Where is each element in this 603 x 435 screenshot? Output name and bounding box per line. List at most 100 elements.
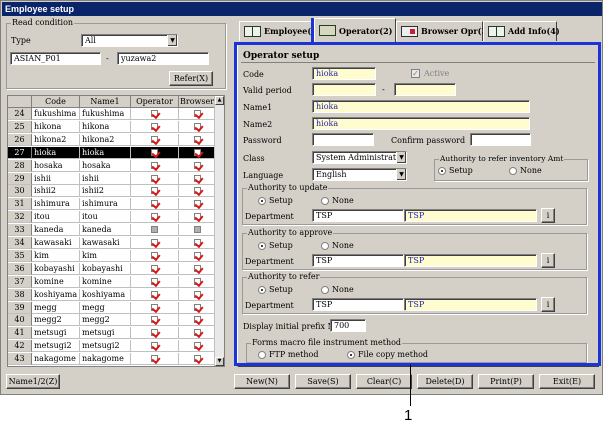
column-header-code[interactable]: Code	[32, 96, 80, 108]
browser-cell[interactable]	[179, 172, 216, 185]
browser-cell[interactable]	[179, 275, 216, 288]
code-field[interactable]: hioka	[312, 67, 376, 80]
operator-cell[interactable]	[131, 340, 179, 353]
inventory-setup-radio[interactable]	[438, 167, 446, 175]
table-row[interactable]: 43 nakagome nakagome	[8, 353, 224, 366]
range-from-field[interactable]: ASIAN_P01	[10, 52, 101, 65]
browser-cell[interactable]	[179, 133, 216, 146]
delete-button[interactable]: Delete(D)	[417, 374, 473, 389]
exit-button[interactable]: Exit(E)	[539, 374, 595, 389]
operator-cell[interactable]	[131, 120, 179, 133]
browser-cell[interactable]	[179, 327, 216, 340]
table-row[interactable]: 34 kawasaki kawasaki	[8, 237, 224, 249]
approve-none-radio[interactable]	[321, 242, 329, 250]
operator-cell[interactable]	[131, 172, 179, 185]
browser-cell[interactable]	[179, 262, 216, 275]
browser-cell[interactable]	[179, 288, 216, 301]
scroll-up-icon[interactable]: ▲	[215, 96, 224, 105]
table-row[interactable]: 33 kaneda kaneda	[8, 224, 224, 237]
browser-cell[interactable]	[179, 211, 216, 224]
table-row[interactable]: 30 ishii2 ishii2	[8, 185, 224, 198]
table-row[interactable]: 40 megg2 megg2	[8, 314, 224, 327]
inventory-none-radio[interactable]	[509, 167, 517, 175]
browser-cell[interactable]	[179, 159, 216, 172]
table-row[interactable]: 41 metsugi metsugi	[8, 327, 224, 340]
table-row[interactable]: 32 itou itou	[8, 211, 224, 224]
active-checkbox[interactable]: ✓	[411, 69, 420, 78]
table-row[interactable]: 27 hioka hioka	[8, 146, 224, 159]
password-field[interactable]	[312, 133, 374, 146]
name-toggle-button[interactable]: Name1/2(Z)	[6, 374, 60, 389]
browser-cell[interactable]	[179, 120, 216, 133]
prefix-field[interactable]: 700	[330, 319, 366, 332]
browser-cell[interactable]	[179, 185, 216, 198]
browser-cell[interactable]	[179, 314, 216, 327]
chevron-down-icon[interactable]: ▼	[396, 152, 406, 163]
type-select[interactable]: All ▼	[81, 34, 178, 47]
refer-none-radio[interactable]	[321, 286, 329, 294]
operator-cell[interactable]	[131, 301, 179, 314]
refer-dept-lookup-button[interactable]: i	[541, 297, 555, 312]
operator-cell[interactable]	[131, 288, 179, 301]
table-row[interactable]: 24 fukushima fukushima	[8, 108, 224, 120]
browser-cell[interactable]	[179, 237, 216, 249]
table-row[interactable]: 31 ishimura ishimura	[8, 198, 224, 211]
tab-add-info[interactable]: Add Info(4)	[483, 21, 560, 41]
tab-browser-opr[interactable]: Browser Opr(3)	[396, 21, 491, 41]
new-button[interactable]: New(N)	[234, 374, 290, 389]
tab-employee[interactable]: Employee(1)	[239, 21, 321, 41]
table-row[interactable]: 37 komine komine	[8, 275, 224, 288]
browser-cell[interactable]	[179, 108, 216, 120]
operator-cell[interactable]	[131, 146, 179, 159]
operator-cell[interactable]	[131, 327, 179, 340]
class-select[interactable]: System Administrator(A) ▼	[312, 151, 407, 164]
save-button[interactable]: Save(S)	[295, 374, 351, 389]
file-copy-method-radio[interactable]	[347, 351, 355, 359]
operator-cell[interactable]	[131, 224, 179, 237]
update-dept-lookup-button[interactable]: i	[541, 208, 555, 223]
operator-cell[interactable]	[131, 211, 179, 224]
approve-dept-lookup-button[interactable]: i	[541, 253, 555, 268]
update-none-radio[interactable]	[321, 197, 329, 205]
table-row[interactable]: 36 kobayashi kobayashi	[8, 262, 224, 275]
browser-cell[interactable]	[179, 353, 216, 366]
operator-cell[interactable]	[131, 249, 179, 262]
approve-dept-code-field[interactable]: TSP	[312, 254, 404, 267]
chevron-down-icon[interactable]: ▼	[396, 169, 406, 180]
table-row[interactable]: 35 kim kim	[8, 249, 224, 262]
clear-button[interactable]: Clear(C)	[356, 374, 412, 389]
update-dept-code-field[interactable]: TSP	[312, 209, 404, 222]
ftp-method-radio[interactable]	[258, 351, 266, 359]
grid-scrollbar[interactable]: ▲ ▼	[214, 96, 224, 366]
language-select[interactable]: English ▼	[312, 168, 407, 181]
operator-cell[interactable]	[131, 353, 179, 366]
browser-cell[interactable]	[179, 249, 216, 262]
operator-cell[interactable]	[131, 159, 179, 172]
confirm-password-field[interactable]	[470, 133, 531, 146]
operator-cell[interactable]	[131, 275, 179, 288]
operator-cell[interactable]	[131, 133, 179, 146]
refer-dept-code-field[interactable]: TSP	[312, 298, 404, 311]
scroll-down-icon[interactable]: ▼	[215, 357, 224, 366]
valid-to-field[interactable]	[394, 83, 456, 96]
chevron-down-icon[interactable]: ▼	[167, 35, 177, 46]
name1-field[interactable]: hioka	[312, 100, 530, 113]
column-header-operator[interactable]: Operator	[131, 96, 179, 108]
print-button[interactable]: Print(P)	[478, 374, 534, 389]
browser-cell[interactable]	[179, 301, 216, 314]
refer-setup-radio[interactable]	[258, 286, 266, 294]
operator-cell[interactable]	[131, 314, 179, 327]
browser-cell[interactable]	[179, 146, 216, 159]
column-header-name1[interactable]: Name1	[80, 96, 131, 108]
range-to-field[interactable]: yuzawa2	[117, 52, 209, 65]
update-setup-radio[interactable]	[258, 197, 266, 205]
table-row[interactable]: 26 hikona2 hikona2	[8, 133, 224, 146]
table-row[interactable]: 25 hikona hikona	[8, 120, 224, 133]
operator-cell[interactable]	[131, 108, 179, 120]
operator-cell[interactable]	[131, 198, 179, 211]
name2-field[interactable]: hioka	[312, 117, 530, 130]
tab-operator[interactable]: Operator(2)	[314, 18, 396, 42]
operator-cell[interactable]	[131, 237, 179, 249]
approve-setup-radio[interactable]	[258, 242, 266, 250]
column-header-browser[interactable]: Browser	[179, 96, 216, 108]
